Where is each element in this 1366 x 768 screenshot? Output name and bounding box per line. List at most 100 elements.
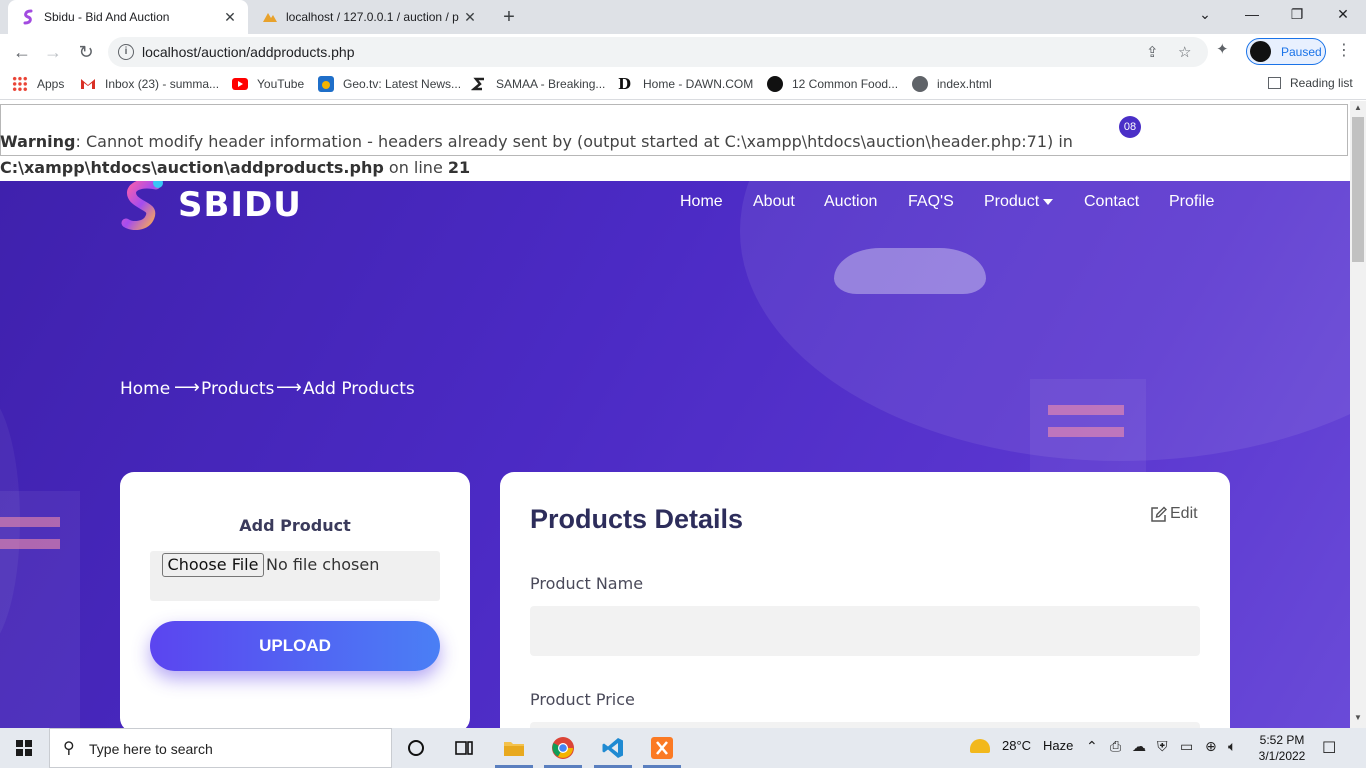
tab-title: localhost / 127.0.0.1 / auction / p bbox=[286, 10, 459, 24]
reload-icon[interactable]: ↻ bbox=[74, 40, 98, 64]
choose-file-button[interactable]: Choose File bbox=[162, 553, 264, 577]
forward-arrow-icon[interactable]: → bbox=[41, 40, 65, 64]
bookmark-label: index.html bbox=[937, 77, 992, 91]
nav-home[interactable]: Home bbox=[680, 193, 723, 211]
bookmark-index[interactable]: index.html bbox=[912, 76, 992, 92]
file-input-area: Choose File No file chosen bbox=[150, 551, 440, 601]
cortana-icon[interactable] bbox=[404, 736, 428, 760]
nav-profile[interactable]: Profile bbox=[1169, 193, 1214, 211]
windows-taskbar: ⚲ Type here to search 28°C Haze ⌃ ⎙ ☁ ⛨ … bbox=[0, 728, 1366, 768]
notification-center-icon[interactable]: ☐ bbox=[1322, 738, 1336, 758]
restore-button[interactable]: ❐ bbox=[1282, 6, 1312, 23]
bookmark-youtube[interactable]: YouTube bbox=[232, 76, 304, 92]
browser-toolbar: ← → ↻ i localhost/auction/addproducts.ph… bbox=[0, 34, 1366, 70]
vertical-scrollbar[interactable]: ▲ ▼ bbox=[1350, 101, 1366, 728]
site-info-icon[interactable]: i bbox=[118, 44, 134, 60]
sbidu-favicon-icon bbox=[23, 9, 33, 25]
url-text[interactable]: localhost/auction/addproducts.php bbox=[142, 44, 354, 60]
upload-button[interactable]: UPLOAD bbox=[150, 621, 440, 671]
network-globe-icon[interactable]: ⊕ bbox=[1205, 738, 1217, 755]
bookmark-dawn[interactable]: D Home - DAWN.COM bbox=[618, 76, 753, 92]
breadcrumb-products[interactable]: Products bbox=[201, 379, 274, 399]
globe-icon bbox=[912, 76, 928, 92]
warning-path: C:\xampp\htdocs\auction\addproducts.php bbox=[0, 158, 384, 177]
bookmarks-bar: Apps Inbox (23) - summa... YouTube Geo.t… bbox=[0, 70, 1366, 100]
share-icon[interactable]: ⇪ bbox=[1146, 43, 1159, 61]
bookmark-label: Apps bbox=[37, 77, 65, 91]
vscode-icon[interactable] bbox=[601, 736, 625, 760]
close-tab-icon[interactable]: ✕ bbox=[460, 9, 480, 26]
system-clock[interactable]: 5:52 PM 3/1/2022 bbox=[1252, 732, 1312, 764]
reading-list-label: Reading list bbox=[1290, 76, 1353, 90]
bookmark-apps[interactable]: Apps bbox=[12, 76, 64, 92]
tab-sbidu[interactable]: Sbidu - Bid And Auction ✕ bbox=[8, 0, 248, 34]
decorative-card-left bbox=[0, 491, 80, 728]
volume-icon[interactable]: 🔈︎ bbox=[1228, 738, 1236, 755]
clock-time: 5:52 PM bbox=[1259, 733, 1305, 747]
site-logo-text[interactable]: SBIDU bbox=[178, 185, 302, 225]
address-bar[interactable]: i localhost/auction/addproducts.php ⇪ ☆ bbox=[108, 37, 1208, 67]
bookmark-label: 12 Common Food... bbox=[792, 77, 899, 91]
tab-title: Sbidu - Bid And Auction bbox=[44, 10, 170, 24]
haze-weather-icon bbox=[970, 738, 990, 753]
nav-faq[interactable]: FAQ'S bbox=[908, 193, 954, 211]
onedrive-icon[interactable]: ☁ bbox=[1132, 738, 1146, 755]
add-product-title: Add Product bbox=[239, 516, 351, 535]
bookmark-label: SAMAA - Breaking... bbox=[496, 77, 606, 91]
edit-button[interactable]: Edit bbox=[1150, 505, 1198, 523]
product-price-label: Product Price bbox=[530, 690, 635, 709]
nav-product[interactable]: Product bbox=[984, 193, 1054, 211]
close-tab-icon[interactable]: ✕ bbox=[220, 9, 240, 26]
bookmark-geotv[interactable]: Geo.tv: Latest News... bbox=[318, 76, 461, 92]
security-icon[interactable]: ⛨ bbox=[1157, 738, 1168, 755]
task-view-icon[interactable] bbox=[452, 736, 476, 760]
tab-strip: Sbidu - Bid And Auction ✕ localhost / 12… bbox=[0, 0, 1366, 34]
tab-search-icon[interactable]: ⌄ bbox=[1190, 6, 1220, 23]
breadcrumb-arrow-icon: ⟶ bbox=[174, 377, 200, 397]
bookmark-label: Home - DAWN.COM bbox=[643, 77, 754, 91]
chrome-icon[interactable] bbox=[551, 736, 575, 760]
extensions-puzzle-icon[interactable]: ✦ bbox=[1216, 40, 1229, 58]
close-window-button[interactable]: ✕ bbox=[1328, 6, 1358, 23]
breadcrumb-current: Add Products bbox=[303, 379, 415, 399]
battery-icon[interactable]: ▭ bbox=[1180, 738, 1193, 755]
minimize-button[interactable]: — bbox=[1237, 6, 1267, 22]
back-arrow-icon[interactable]: ← bbox=[10, 40, 34, 64]
meet-now-icon[interactable]: ⎙ bbox=[1110, 738, 1121, 755]
scroll-up-icon[interactable]: ▲ bbox=[1350, 103, 1366, 112]
product-details-card: Products Details Edit Product Name Produ… bbox=[500, 472, 1230, 728]
nav-auction[interactable]: Auction bbox=[824, 193, 877, 211]
sbidu-logo-icon[interactable] bbox=[120, 181, 164, 231]
bookmark-food[interactable]: 12 Common Food... bbox=[767, 76, 898, 92]
tab-phpmyadmin[interactable]: localhost / 127.0.0.1 / auction / p ✕ bbox=[250, 0, 488, 34]
gmail-icon bbox=[81, 79, 95, 89]
upload-card: Add Product Choose File No file chosen U… bbox=[120, 472, 470, 728]
breadcrumb-home[interactable]: Home bbox=[120, 379, 170, 399]
bookmark-star-icon[interactable]: ☆ bbox=[1178, 43, 1191, 61]
bookmark-label: YouTube bbox=[257, 77, 305, 91]
php-warning: Warning: Cannot modify header informatio… bbox=[0, 129, 1345, 181]
bookmark-gmail[interactable]: Inbox (23) - summa... bbox=[80, 76, 219, 92]
windows-start-icon[interactable] bbox=[16, 740, 32, 756]
weather-widget[interactable]: 28°C Haze bbox=[970, 738, 1073, 753]
scrollbar-thumb[interactable] bbox=[1352, 117, 1364, 262]
nav-contact[interactable]: Contact bbox=[1084, 193, 1139, 211]
scroll-down-icon[interactable]: ▼ bbox=[1350, 713, 1366, 722]
edit-pencil-icon bbox=[1151, 506, 1167, 522]
product-name-input[interactable] bbox=[530, 606, 1200, 656]
menu-kebab-icon[interactable]: ⋮ bbox=[1336, 40, 1352, 60]
youtube-icon bbox=[232, 78, 248, 90]
decorative-bar bbox=[1048, 427, 1124, 437]
reading-list-button[interactable]: Reading list bbox=[1268, 76, 1353, 90]
taskbar-search[interactable]: ⚲ Type here to search bbox=[49, 728, 392, 768]
nav-about[interactable]: About bbox=[753, 193, 795, 211]
file-explorer-icon[interactable] bbox=[502, 736, 526, 760]
new-tab-button[interactable]: + bbox=[498, 6, 520, 29]
profile-button[interactable]: Paused bbox=[1246, 38, 1326, 65]
tray-chevron-up-icon[interactable]: ⌃ bbox=[1086, 738, 1098, 755]
warning-message: : Cannot modify header information - hea… bbox=[75, 132, 1073, 151]
decorative-cloud bbox=[834, 248, 986, 294]
bookmark-samaa[interactable]: SAMAA - Breaking... bbox=[471, 76, 605, 92]
xampp-icon[interactable] bbox=[650, 736, 674, 760]
decorative-bar bbox=[0, 517, 60, 527]
